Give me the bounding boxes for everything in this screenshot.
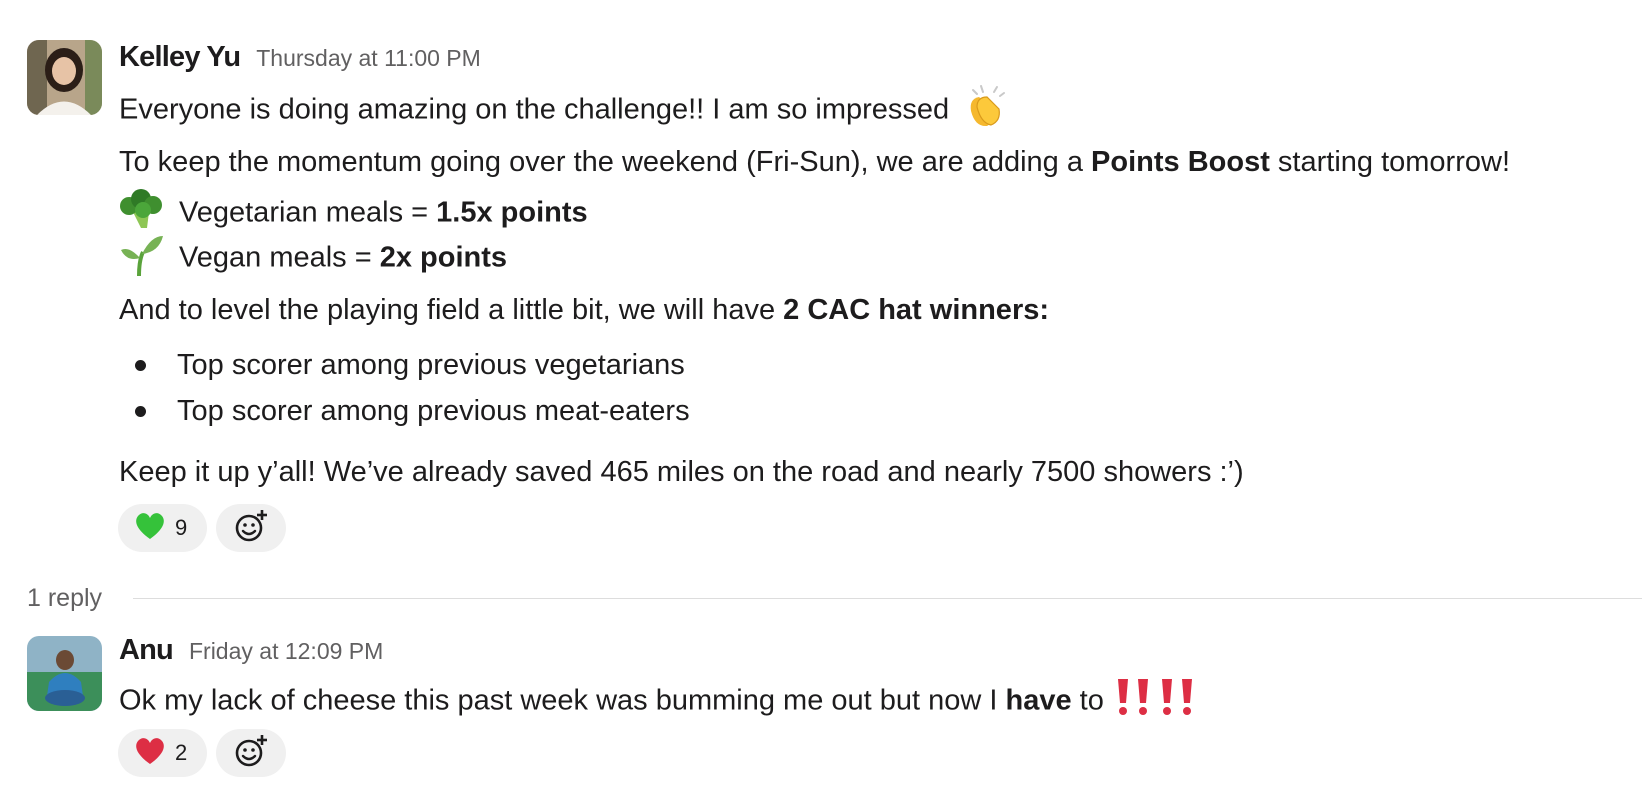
reaction-count: 9 <box>175 515 188 540</box>
green-heart-icon <box>134 511 166 546</box>
seedling-icon <box>119 232 165 286</box>
add-emoji-icon <box>233 508 269 549</box>
double-exclamation-icon <box>1112 677 1156 727</box>
bullet-marker <box>135 360 146 371</box>
timestamp[interactable]: Friday at 12:09 PM <box>189 638 383 665</box>
thread-divider <box>133 598 1642 599</box>
reply-count-link[interactable]: 1 reply <box>27 584 102 613</box>
bullet-marker <box>135 406 146 417</box>
add-reaction-button[interactable] <box>216 729 286 777</box>
reaction-pill[interactable]: 2 <box>118 729 207 777</box>
avatar[interactable] <box>27 40 102 115</box>
reaction-pill[interactable]: 9 <box>118 504 207 552</box>
list-item: Top scorer among previous vegetarians <box>177 349 685 381</box>
add-reaction-button[interactable] <box>216 504 286 552</box>
list-item: Top scorer among previous meat-eaters <box>177 395 690 427</box>
message-text: To keep the momentum going over the week… <box>119 146 1511 178</box>
message-text: And to level the playing field a little … <box>119 294 1050 326</box>
reaction-count: 2 <box>175 740 188 765</box>
red-heart-icon <box>134 736 166 771</box>
add-emoji-icon <box>233 733 269 774</box>
double-exclamation-icon <box>1156 677 1200 727</box>
author-name[interactable]: Kelley Yu <box>119 41 241 74</box>
timestamp[interactable]: Thursday at 11:00 PM <box>256 45 481 72</box>
list-item: Vegan meals = 2x points <box>119 232 507 286</box>
message-header: Kelley Yu Thursday at 11:00 PM <box>119 41 481 74</box>
clapping-hands-icon <box>963 83 1009 139</box>
message-text: Everyone is doing amazing on the challen… <box>119 83 1009 139</box>
message-text: Keep it up y’all! We’ve already saved 46… <box>119 456 1244 488</box>
author-name[interactable]: Anu <box>119 634 174 667</box>
avatar[interactable] <box>27 636 102 711</box>
message-text: Ok my lack of cheese this past week was … <box>119 677 1200 727</box>
message-header: Anu Friday at 12:09 PM <box>119 634 383 667</box>
